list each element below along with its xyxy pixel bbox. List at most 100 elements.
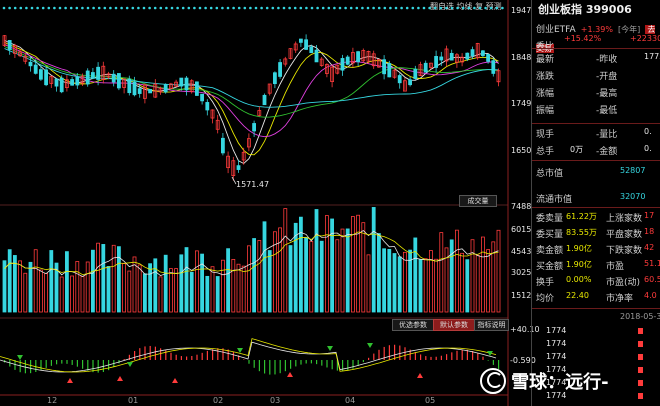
marker-dot: [64, 6, 67, 10]
macd-bar: [217, 348, 219, 360]
volume-bar: [298, 216, 303, 313]
marker-dot: [310, 6, 314, 10]
macd-bar: [274, 360, 276, 375]
volume-bar: [215, 276, 220, 313]
candle-body: [387, 63, 392, 78]
quote-value: 4.0: [644, 291, 657, 300]
candle-body: [44, 69, 48, 86]
marker-dot: [501, 6, 504, 10]
signal-arrow-icon: [287, 372, 293, 377]
quote-row: 总手 0万 -金额 0.: [536, 144, 660, 157]
quote-value: 1.90亿: [566, 244, 592, 253]
price-axis-tick: 1749: [511, 99, 532, 108]
x-axis-label: 04: [345, 396, 356, 405]
volume-bar: [101, 244, 106, 313]
macd-bar: [472, 350, 474, 360]
x-axis-label: 02: [213, 396, 224, 405]
marker-dot: [456, 6, 459, 10]
macd-bar: [394, 344, 396, 360]
candle-body: [278, 62, 283, 77]
kline-chart-area[interactable]: 翻自选 均线 复 预测 1947 1848 1749 1650 1571.47 …: [0, 0, 540, 406]
volume-bar: [85, 261, 90, 313]
marker-dot: [209, 6, 213, 10]
volume-bar: [148, 263, 153, 313]
chart-canvas[interactable]: [0, 0, 530, 406]
quote-label: 均价: [536, 294, 555, 304]
marker-dot: [260, 6, 263, 10]
marker-dot: [125, 6, 129, 10]
macd-bar: [435, 356, 437, 360]
candle-body: [132, 81, 137, 96]
signal-arrow-icon: [67, 378, 73, 383]
macd-line: [0, 338, 497, 373]
marker-dot: [109, 6, 112, 10]
volume-bar: [496, 229, 501, 313]
marker-dot: [97, 6, 101, 10]
signal-arrow-icon: [417, 373, 423, 378]
marker-dot: [249, 6, 252, 10]
marker-dot: [137, 6, 140, 10]
etf-change: +1.39%: [580, 25, 613, 34]
marker-dot: [81, 6, 84, 10]
macd-bar: [191, 356, 193, 360]
volume-axis-tick: 3025: [511, 268, 532, 277]
macd-bar: [50, 360, 52, 366]
quote-label: -金额: [596, 147, 618, 157]
marker-dot: [204, 6, 207, 10]
ma-line: [4, 40, 499, 165]
marker-dot: [377, 6, 381, 10]
marker-dot: [181, 6, 185, 10]
macd-bar: [352, 360, 354, 369]
macd-bar: [362, 360, 364, 363]
quote-label: 振幅: [536, 106, 555, 116]
quote-row: 委卖量 61.22万 上涨家数 17: [536, 211, 660, 224]
quote-label: 买金额: [536, 262, 564, 272]
tab-default-params[interactable]: 默认参数: [433, 319, 475, 331]
x-axis-label: 12: [47, 396, 58, 405]
marker-dot: [417, 6, 420, 10]
marker-dot: [383, 6, 387, 10]
macd-bar: [487, 360, 489, 361]
candle-body: [397, 75, 402, 84]
candle-body: [434, 56, 439, 68]
quote-label: 平盘家数: [606, 230, 643, 240]
marker-dot: [232, 6, 235, 10]
signal-arrow-icon: [172, 378, 178, 383]
macd-bar: [154, 346, 156, 360]
volume-bar: [460, 252, 465, 313]
macd-bar: [160, 348, 162, 360]
marker-dot: [461, 6, 465, 10]
volume-bar: [278, 227, 283, 313]
candle-body: [111, 73, 116, 83]
candle-body: [54, 78, 59, 87]
macd-bars: [4, 344, 500, 375]
volume-bar: [470, 239, 475, 313]
marker-dot: [495, 6, 499, 10]
marker-dot: [484, 6, 487, 10]
macd-bar: [430, 356, 432, 360]
tab-indicator-help[interactable]: 指标说明: [474, 319, 509, 331]
macd-bar: [175, 354, 177, 360]
tab-optimized-params[interactable]: 优选参数: [392, 319, 434, 331]
xueqiu-watermark: 雪球：远行-: [480, 368, 609, 402]
macd-bar: [45, 360, 47, 368]
candle-body: [96, 66, 100, 80]
volume-bar: [480, 236, 485, 313]
marker-dot: [165, 6, 168, 10]
quote-value: 1.90亿: [566, 260, 592, 269]
macd-bar: [123, 359, 125, 360]
volume-bar: [413, 237, 418, 313]
macd-bar: [97, 360, 99, 373]
volume-indicator-button[interactable]: 成交量: [459, 195, 497, 207]
candle-body: [59, 77, 64, 93]
ma-line: [4, 42, 499, 156]
volume-bar: [314, 209, 319, 313]
quote-label: 总市值: [536, 169, 564, 179]
macd-bar: [253, 360, 255, 368]
quote-value: 1773.6: [644, 52, 660, 61]
marker-dot: [75, 6, 79, 10]
macd-bar: [284, 360, 286, 372]
marker-dot: [467, 6, 471, 10]
quote-label: 市盈(动): [606, 278, 641, 288]
weicha-value: +22330: [630, 34, 660, 43]
